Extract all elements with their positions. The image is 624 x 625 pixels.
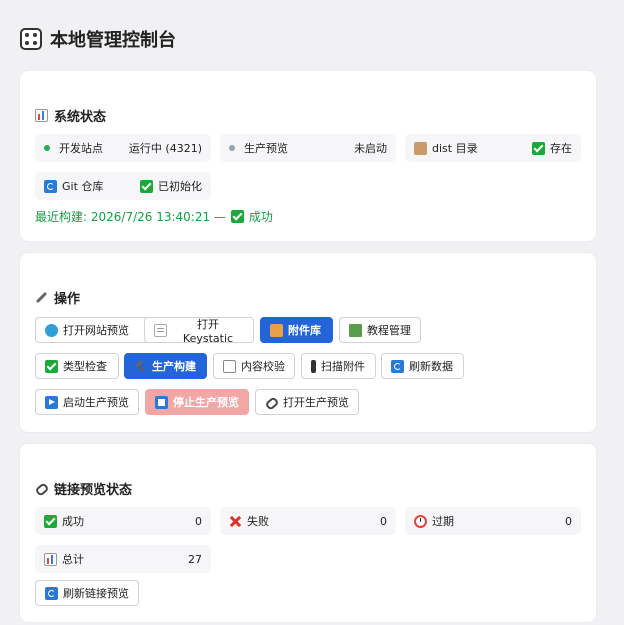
hammer-icon xyxy=(134,360,147,373)
system-status-header: 系统状态 xyxy=(35,106,106,125)
status-label: 成功 xyxy=(62,515,84,528)
status-label: 过期 xyxy=(432,515,454,528)
folder-icon xyxy=(270,323,283,337)
link-preview-card: 链接预览状态 成功 0 失败 0 过期 0 总计 27 刷新链接预览 xyxy=(20,444,596,622)
refresh-link-preview-button[interactable]: 刷新链接预览 xyxy=(35,580,139,606)
status-label: 开发站点 xyxy=(59,142,103,155)
status-value: 0 xyxy=(565,514,572,528)
bar-chart-icon xyxy=(35,109,48,122)
status-git-repo: Git 仓库 已初始化 xyxy=(35,172,211,200)
cross-icon xyxy=(229,515,242,528)
open-keystatic-button[interactable]: 打开 Keystatic xyxy=(144,317,254,345)
button-label: 刷新链接预览 xyxy=(63,587,129,600)
status-value: 0 xyxy=(195,514,202,528)
system-status-card: 系统状态 开发站点 运行中 (4321) 生产预览 未启动 dist 目录 存在… xyxy=(20,71,596,241)
type-check-button[interactable]: 类型检查 xyxy=(35,353,119,379)
play-icon xyxy=(45,395,58,409)
refresh-data-button[interactable]: 刷新数据 xyxy=(381,353,464,379)
status-value: 运行中 (4321) xyxy=(128,142,202,155)
status-label: 总计 xyxy=(62,553,84,566)
gray-dot xyxy=(229,145,235,151)
wrench-icon xyxy=(35,291,48,304)
status-label: Git 仓库 xyxy=(62,180,104,193)
scan-attachments-button[interactable]: 扫描附件 xyxy=(301,353,376,379)
last-build-text: 最近构建: 2026/7/26 13:40:21 — xyxy=(35,210,226,224)
button-label: 停止生产预览 xyxy=(173,396,239,409)
status-value: 27 xyxy=(188,552,202,566)
status-dist-dir: dist 目录 存在 xyxy=(405,134,581,162)
check-icon xyxy=(140,179,153,193)
refresh-icon xyxy=(391,359,404,373)
button-label: 打开生产预览 xyxy=(283,396,349,409)
page-title: 本地管理控制台 xyxy=(50,30,176,51)
link-status-failed: 失败 0 xyxy=(220,507,396,535)
button-label: 生产构建 xyxy=(152,360,196,373)
button-label: 打开 Keystatic xyxy=(182,317,234,345)
globe-icon xyxy=(45,323,58,337)
status-label: 生产预览 xyxy=(244,142,288,155)
open-prod-preview-button[interactable]: 打开生产预览 xyxy=(255,389,359,415)
alarm-clock-icon xyxy=(414,514,427,528)
refresh-icon xyxy=(45,586,58,600)
control-panel-icon xyxy=(20,28,42,50)
package-icon xyxy=(414,141,427,155)
link-preview-title: 链接预览状态 xyxy=(54,483,133,498)
status-value: 未启动 xyxy=(354,142,387,155)
actions-header: 操作 xyxy=(35,288,80,307)
button-label: 启动生产预览 xyxy=(63,396,129,409)
refresh-icon xyxy=(44,179,57,193)
button-label: 打开网站预览 xyxy=(63,324,129,337)
system-status-title: 系统状态 xyxy=(54,110,107,125)
stop-icon xyxy=(155,395,168,409)
prod-build-button[interactable]: 生产构建 xyxy=(124,353,207,379)
last-build-result: 成功 xyxy=(248,210,273,224)
check-icon xyxy=(532,141,545,155)
link-preview-header: 链接预览状态 xyxy=(35,479,132,498)
stop-prod-preview-button[interactable]: 停止生产预览 xyxy=(145,389,249,415)
button-label: 附件库 xyxy=(288,324,321,337)
book-icon xyxy=(349,323,362,337)
start-prod-preview-button[interactable]: 启动生产预览 xyxy=(35,389,139,415)
tutorial-manage-button[interactable]: 教程管理 xyxy=(339,317,421,343)
memo-icon xyxy=(154,323,167,337)
last-build-line: 最近构建: 2026/7/26 13:40:21 — 成功 xyxy=(35,208,273,225)
scanner-icon xyxy=(311,359,316,373)
status-dev-site: 开发站点 运行中 (4321) xyxy=(35,134,211,162)
check-icon xyxy=(45,359,58,373)
link-status-expired: 过期 0 xyxy=(405,507,581,535)
status-label: 失败 xyxy=(247,515,269,528)
status-value: 0 xyxy=(380,514,387,528)
actions-title: 操作 xyxy=(54,292,81,307)
button-label: 类型检查 xyxy=(63,360,107,373)
status-value: 已初始化 xyxy=(158,180,202,193)
attachments-button[interactable]: 附件库 xyxy=(260,317,333,343)
content-validate-button[interactable]: 内容校验 xyxy=(213,353,295,379)
check-icon xyxy=(230,210,244,223)
status-prod-preview: 生产预览 未启动 xyxy=(220,134,396,162)
button-label: 刷新数据 xyxy=(409,360,453,373)
button-label: 内容校验 xyxy=(241,360,285,373)
button-label: 教程管理 xyxy=(367,324,411,337)
page-header: 本地管理控制台 xyxy=(20,26,176,52)
check-icon xyxy=(44,514,57,528)
clipboard-icon xyxy=(223,359,236,373)
status-label: dist 目录 xyxy=(432,142,478,155)
link-status-success: 成功 0 xyxy=(35,507,211,535)
link-status-total: 总计 27 xyxy=(35,545,211,573)
button-label: 扫描附件 xyxy=(321,360,365,373)
link-icon xyxy=(35,482,48,495)
actions-card: 操作 打开网站预览 打开 Keystatic 附件库 教程管理 类型检查 生产构… xyxy=(20,253,596,432)
status-value: 存在 xyxy=(550,142,572,155)
bar-chart-icon xyxy=(44,552,57,566)
link-icon xyxy=(265,396,278,409)
green-dot xyxy=(44,145,50,151)
